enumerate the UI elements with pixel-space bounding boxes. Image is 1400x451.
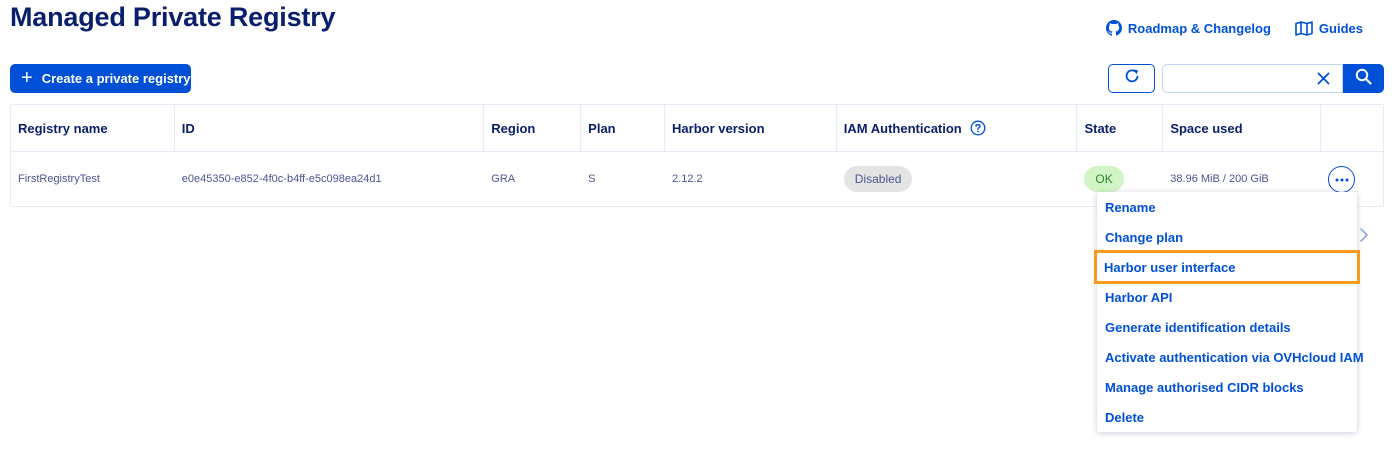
column-header-space-used[interactable]: Space used (1163, 105, 1322, 151)
column-header-state[interactable]: State (1077, 105, 1164, 151)
search-icon (1355, 68, 1372, 90)
guides-link[interactable]: Guides (1295, 21, 1363, 36)
search-field (1162, 64, 1343, 93)
plus-icon: + (21, 66, 33, 89)
menu-item-harbor-user-interface[interactable]: Harbor user interface (1094, 250, 1360, 284)
row-actions-menu: Rename Change plan Harbor user interface… (1094, 192, 1364, 432)
search-input[interactable] (1163, 65, 1313, 92)
book-map-icon (1295, 20, 1313, 36)
harbor-version-cell: 2.12.2 (672, 173, 703, 185)
create-private-registry-label: Create a private registry (41, 71, 191, 86)
menu-item-harbor-api[interactable]: Harbor API (1097, 282, 1357, 312)
page-title: Managed Private Registry (10, 2, 336, 32)
registry-id-cell: e0e45350-e852-4f0c-b4ff-e5c098ea24d1 (181, 173, 382, 185)
row-actions-button[interactable] (1328, 165, 1356, 193)
github-icon (1105, 20, 1122, 36)
roadmap-changelog-link[interactable]: Roadmap & Changelog (1105, 20, 1271, 36)
iam-auth-cell: Disabled (837, 152, 1078, 206)
create-private-registry-button[interactable]: + Create a private registry (10, 64, 191, 93)
registry-name-cell: FirstRegistryTest (18, 173, 100, 185)
menu-item-generate-identification-details[interactable]: Generate identification details (1097, 312, 1357, 342)
column-header-registry-name[interactable]: Registry name (11, 105, 175, 151)
clear-search-icon[interactable] (1314, 69, 1332, 87)
plan-cell: S (588, 173, 596, 185)
guides-label: Guides (1318, 20, 1363, 36)
column-header-harbor-version[interactable]: Harbor version (665, 105, 837, 151)
menu-item-activate-iam-authentication[interactable]: Activate authentication via OVHcloud IAM (1097, 342, 1364, 372)
refresh-icon (1123, 67, 1141, 90)
menu-item-manage-cidr-blocks[interactable]: Manage authorised CIDR blocks (1097, 372, 1357, 402)
more-dots-icon (1335, 173, 1349, 185)
column-header-iam-auth[interactable]: IAM Authentication (837, 105, 1078, 151)
column-header-id[interactable]: ID (175, 105, 485, 151)
top-links: Roadmap & Changelog Guides (1105, 20, 1363, 36)
column-header-region[interactable]: Region (484, 105, 582, 151)
refresh-button[interactable] (1108, 64, 1155, 93)
column-header-plan[interactable]: Plan (581, 105, 666, 151)
menu-item-change-plan[interactable]: Change plan (1097, 222, 1357, 252)
menu-item-rename[interactable]: Rename (1097, 192, 1357, 222)
region-cell: GRA (491, 173, 516, 185)
search-button[interactable] (1343, 64, 1384, 93)
help-circle-icon[interactable] (970, 120, 986, 136)
roadmap-changelog-label: Roadmap & Changelog (1127, 20, 1271, 36)
iam-auth-header-label: IAM Authentication (843, 120, 962, 136)
table-header-row: Registry name ID Region Plan Harbor vers… (11, 105, 1383, 152)
iam-status-badge: Disabled (843, 166, 913, 192)
chevron-right-icon[interactable] (1359, 227, 1369, 248)
column-header-actions (1321, 105, 1383, 151)
menu-item-delete[interactable]: Delete (1097, 402, 1357, 432)
state-status-badge: OK (1084, 166, 1124, 192)
